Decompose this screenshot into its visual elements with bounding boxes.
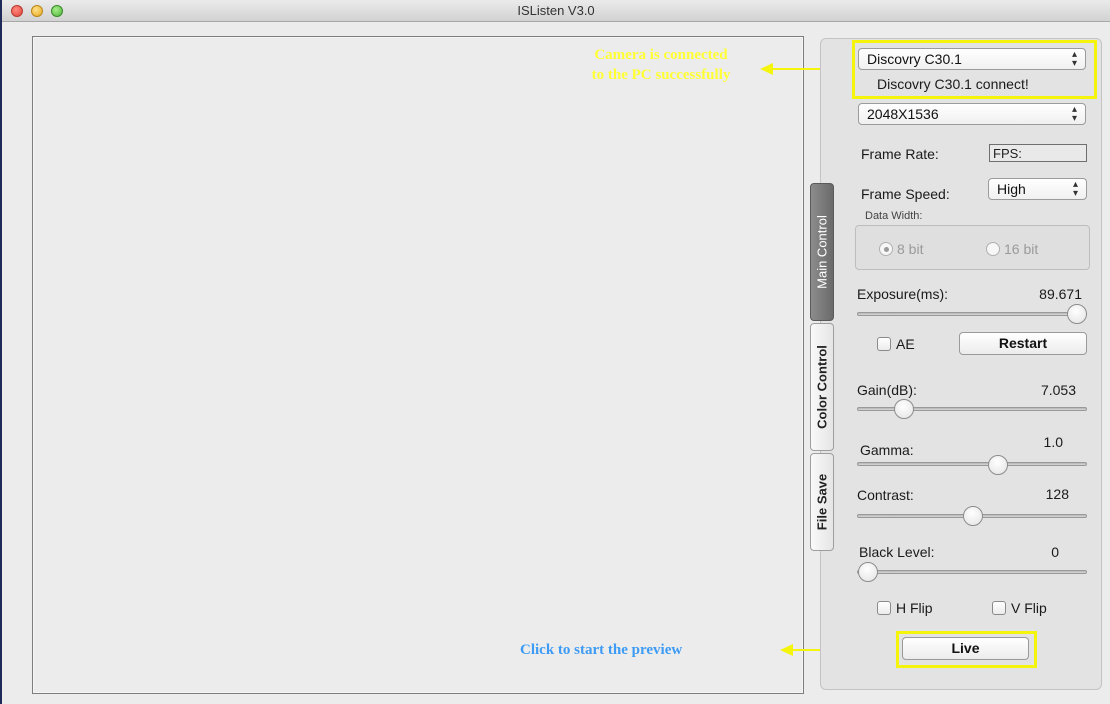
tab-file-save[interactable]: File Save	[810, 453, 834, 551]
restart-button[interactable]: Restart	[959, 332, 1087, 355]
control-panel	[820, 38, 1102, 690]
vertical-tab-bar: Main Control Color Control File Save	[810, 183, 834, 551]
contrast-value: 128	[1045, 486, 1069, 502]
radio-8bit-label: 8 bit	[897, 241, 924, 257]
exposure-value: 89.671	[1039, 286, 1082, 302]
h-flip-label: H Flip	[896, 600, 933, 616]
exposure-slider-knob[interactable]	[1067, 304, 1087, 324]
camera-status-text: Discovry C30.1 connect!	[877, 76, 1029, 92]
radio-16bit[interactable]	[986, 242, 1000, 256]
updown-chevron-icon: ▴ ▾	[1071, 104, 1077, 124]
frame-speed-select-value: High	[997, 181, 1026, 197]
v-flip-checkbox[interactable]	[992, 601, 1006, 615]
contrast-label: Contrast:	[857, 487, 914, 503]
frame-speed-select[interactable]: High ▴ ▾	[988, 178, 1087, 200]
tab-main-control[interactable]: Main Control	[810, 183, 834, 321]
black-level-slider-track[interactable]	[857, 570, 1087, 574]
gamma-slider-knob[interactable]	[988, 455, 1008, 475]
exposure-label: Exposure(ms):	[857, 286, 949, 302]
radio-8bit[interactable]	[879, 242, 893, 256]
camera-select-value: Discovry C30.1	[867, 51, 962, 67]
frame-rate-label: Frame Rate:	[861, 146, 939, 162]
black-level-value: 0	[1051, 544, 1059, 560]
updown-chevron-icon: ▴ ▾	[1072, 179, 1078, 199]
gamma-value: 1.0	[1043, 434, 1063, 450]
frame-rate-display: FPS:	[989, 144, 1087, 162]
v-flip-label: V Flip	[1011, 600, 1047, 616]
resolution-select[interactable]: 2048X1536 ▴ ▾	[858, 103, 1086, 125]
ae-label: AE	[896, 336, 915, 352]
h-flip-checkbox[interactable]	[877, 601, 891, 615]
live-button[interactable]: Live	[902, 637, 1029, 660]
tab-color-control-label: Color Control	[814, 345, 830, 429]
annotation-camera-connected: Camera is connected to the PC successful…	[550, 45, 772, 85]
radio-16bit-label: 16 bit	[1004, 241, 1039, 257]
contrast-slider-knob[interactable]	[963, 506, 983, 526]
black-level-label: Black Level:	[859, 544, 935, 560]
gain-value: 7.053	[1040, 382, 1076, 398]
gain-slider-knob[interactable]	[894, 399, 914, 419]
gamma-label: Gamma:	[860, 442, 914, 458]
frame-speed-label: Frame Speed:	[861, 186, 950, 202]
tab-file-save-label: File Save	[814, 473, 830, 531]
exposure-slider-track[interactable]	[857, 312, 1087, 316]
title-bar[interactable]: ISListen V3.0	[2, 0, 1110, 22]
ae-checkbox[interactable]	[877, 337, 891, 351]
camera-select[interactable]: Discovry C30.1 ▴ ▾	[858, 48, 1086, 70]
app-window: ISListen V3.0 Camera is connected to the…	[0, 0, 1110, 704]
window-title: ISListen V3.0	[517, 3, 595, 18]
annotation-arrow-head	[780, 644, 793, 656]
black-level-slider-knob[interactable]	[858, 562, 878, 582]
annotation-arrow-head	[760, 63, 773, 75]
updown-chevron-icon: ▴ ▾	[1071, 49, 1077, 69]
preview-area	[32, 36, 804, 694]
resolution-select-value: 2048X1536	[867, 106, 939, 122]
gamma-slider-track[interactable]	[857, 462, 1087, 466]
gain-slider-track[interactable]	[857, 407, 1087, 411]
data-width-label: Data Width:	[865, 210, 923, 222]
annotation-camera-connected-text: Camera is connected to the PC successful…	[591, 47, 731, 83]
annotation-click-preview: Click to start the preview	[520, 642, 683, 658]
gain-label: Gain(dB):	[857, 382, 917, 398]
tab-color-control[interactable]: Color Control	[810, 323, 834, 451]
tab-main-control-label: Main Control	[814, 215, 830, 289]
